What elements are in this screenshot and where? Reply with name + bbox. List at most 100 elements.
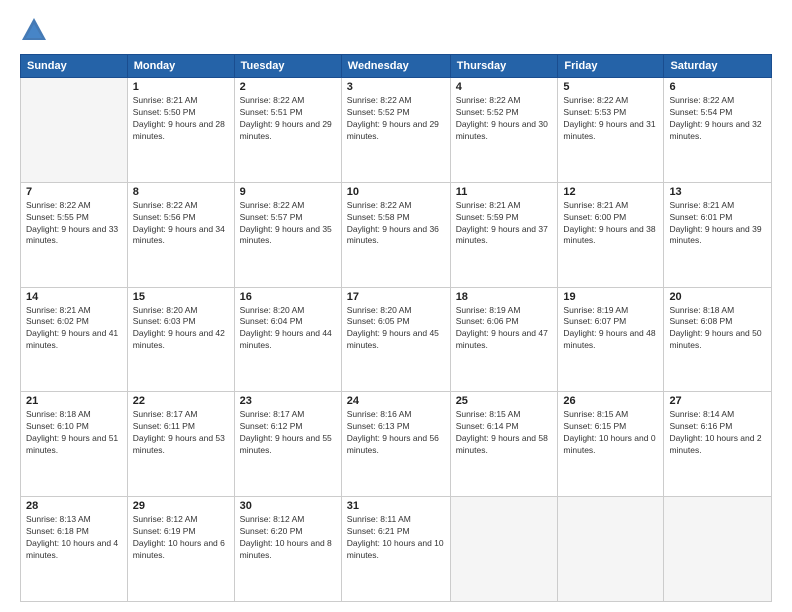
weekday-header-cell: Saturday bbox=[664, 55, 772, 78]
calendar-cell: 14Sunrise: 8:21 AMSunset: 6:02 PMDayligh… bbox=[21, 287, 128, 392]
day-info: Sunrise: 8:19 AMSunset: 6:07 PMDaylight:… bbox=[563, 305, 658, 353]
day-number: 23 bbox=[240, 395, 336, 407]
calendar-cell: 23 Sunrise: 8:17 AMSunset: 6:12 PMDayligh… bbox=[234, 392, 341, 497]
day-info: Sunrise: 8:22 AMSunset: 5:51 PMDaylight:… bbox=[240, 95, 336, 143]
calendar-cell: 20 Sunrise: 8:18 AMSunset: 6:08 PMDayligh… bbox=[664, 287, 772, 392]
calendar-cell: 6 Sunrise: 8:22 AMSunset: 5:54 PMDaylight… bbox=[664, 78, 772, 183]
calendar-cell: 9 Sunrise: 8:22 AMSunset: 5:57 PMDaylight… bbox=[234, 182, 341, 287]
day-number: 31 bbox=[347, 500, 445, 512]
day-number: 4 bbox=[456, 81, 553, 93]
day-number: 29 bbox=[133, 500, 229, 512]
calendar-cell: 12 Sunrise: 8:21 AMSunset: 6:00 PMDayligh… bbox=[558, 182, 664, 287]
calendar-cell: 8 Sunrise: 8:22 AMSunset: 5:56 PMDaylight… bbox=[127, 182, 234, 287]
day-number: 9 bbox=[240, 186, 336, 198]
calendar-cell bbox=[664, 497, 772, 602]
calendar-cell: 27Sunrise: 8:14 AMSunset: 6:16 PMDayligh… bbox=[664, 392, 772, 497]
day-info: Sunrise: 8:21 AMSunset: 5:50 PMDaylight:… bbox=[133, 95, 229, 143]
day-number: 20 bbox=[669, 291, 766, 303]
day-number: 30 bbox=[240, 500, 336, 512]
day-info: Sunrise: 8:22 AMSunset: 5:57 PMDaylight:… bbox=[240, 200, 336, 248]
page: SundayMondayTuesdayWednesdayThursdayFrid… bbox=[0, 0, 792, 612]
weekday-header-cell: Thursday bbox=[450, 55, 558, 78]
day-number: 16 bbox=[240, 291, 336, 303]
logo bbox=[20, 16, 52, 44]
calendar-cell: 16 Sunrise: 8:20 AMSunset: 6:04 PMDayligh… bbox=[234, 287, 341, 392]
calendar-cell: 4 Sunrise: 8:22 AMSunset: 5:52 PMDaylight… bbox=[450, 78, 558, 183]
day-info: Sunrise: 8:16 AMSunset: 6:13 PMDaylight:… bbox=[347, 409, 445, 457]
day-info: Sunrise: 8:13 AMSunset: 6:18 PMDaylight:… bbox=[26, 514, 122, 562]
calendar-week-row: 28 Sunrise: 8:13 AMSunset: 6:18 PMDayligh… bbox=[21, 497, 772, 602]
day-info: Sunrise: 8:14 AMSunset: 6:16 PMDaylight:… bbox=[669, 409, 766, 457]
day-number: 1 bbox=[133, 81, 229, 93]
day-info: Sunrise: 8:22 AMSunset: 5:52 PMDaylight:… bbox=[347, 95, 445, 143]
day-info: Sunrise: 8:15 AMSunset: 6:14 PMDaylight:… bbox=[456, 409, 553, 457]
logo-icon bbox=[20, 16, 48, 44]
calendar-cell: 26Sunrise: 8:15 AMSunset: 6:15 PMDayligh… bbox=[558, 392, 664, 497]
day-number: 28 bbox=[26, 500, 122, 512]
day-number: 15 bbox=[133, 291, 229, 303]
day-number: 8 bbox=[133, 186, 229, 198]
day-number: 11 bbox=[456, 186, 553, 198]
day-number: 7 bbox=[26, 186, 122, 198]
day-info: Sunrise: 8:12 AMSunset: 6:19 PMDaylight:… bbox=[133, 514, 229, 562]
day-number: 22 bbox=[133, 395, 229, 407]
day-info: Sunrise: 8:18 AMSunset: 6:10 PMDaylight:… bbox=[26, 409, 122, 457]
day-info: Sunrise: 8:22 AMSunset: 5:54 PMDaylight:… bbox=[669, 95, 766, 143]
calendar-cell: 7Sunrise: 8:22 AMSunset: 5:55 PMDaylight… bbox=[21, 182, 128, 287]
day-info: Sunrise: 8:22 AMSunset: 5:58 PMDaylight:… bbox=[347, 200, 445, 248]
day-number: 25 bbox=[456, 395, 553, 407]
calendar-cell: 28 Sunrise: 8:13 AMSunset: 6:18 PMDayligh… bbox=[21, 497, 128, 602]
calendar-cell: 22 Sunrise: 8:17 AMSunset: 6:11 PMDayligh… bbox=[127, 392, 234, 497]
calendar-cell: 31 Sunrise: 8:11 AMSunset: 6:21 PMDayligh… bbox=[341, 497, 450, 602]
weekday-header-row: SundayMondayTuesdayWednesdayThursdayFrid… bbox=[21, 55, 772, 78]
calendar-cell bbox=[450, 497, 558, 602]
day-info: Sunrise: 8:17 AMSunset: 6:11 PMDaylight:… bbox=[133, 409, 229, 457]
calendar-cell: 29 Sunrise: 8:12 AMSunset: 6:19 PMDayligh… bbox=[127, 497, 234, 602]
day-number: 26 bbox=[563, 395, 658, 407]
calendar-week-row: 14Sunrise: 8:21 AMSunset: 6:02 PMDayligh… bbox=[21, 287, 772, 392]
calendar-cell: 13Sunrise: 8:21 AMSunset: 6:01 PMDayligh… bbox=[664, 182, 772, 287]
day-info: Sunrise: 8:21 AMSunset: 6:00 PMDaylight:… bbox=[563, 200, 658, 248]
calendar-week-row: 1 Sunrise: 8:21 AMSunset: 5:50 PMDaylight… bbox=[21, 78, 772, 183]
day-number: 3 bbox=[347, 81, 445, 93]
day-number: 17 bbox=[347, 291, 445, 303]
day-number: 14 bbox=[26, 291, 122, 303]
calendar-cell bbox=[21, 78, 128, 183]
calendar-table: SundayMondayTuesdayWednesdayThursdayFrid… bbox=[20, 54, 772, 602]
calendar-cell: 2Sunrise: 8:22 AMSunset: 5:51 PMDaylight… bbox=[234, 78, 341, 183]
day-number: 12 bbox=[563, 186, 658, 198]
day-info: Sunrise: 8:22 AMSunset: 5:52 PMDaylight:… bbox=[456, 95, 553, 143]
day-number: 6 bbox=[669, 81, 766, 93]
calendar-cell: 17 Sunrise: 8:20 AMSunset: 6:05 PMDayligh… bbox=[341, 287, 450, 392]
day-info: Sunrise: 8:12 AMSunset: 6:20 PMDaylight:… bbox=[240, 514, 336, 562]
calendar-week-row: 7Sunrise: 8:22 AMSunset: 5:55 PMDaylight… bbox=[21, 182, 772, 287]
day-info: Sunrise: 8:19 AMSunset: 6:06 PMDaylight:… bbox=[456, 305, 553, 353]
day-info: Sunrise: 8:20 AMSunset: 6:04 PMDaylight:… bbox=[240, 305, 336, 353]
weekday-header-cell: Sunday bbox=[21, 55, 128, 78]
day-info: Sunrise: 8:17 AMSunset: 6:12 PMDaylight:… bbox=[240, 409, 336, 457]
day-number: 24 bbox=[347, 395, 445, 407]
calendar-cell: 19 Sunrise: 8:19 AMSunset: 6:07 PMDayligh… bbox=[558, 287, 664, 392]
calendar-body: 1 Sunrise: 8:21 AMSunset: 5:50 PMDaylight… bbox=[21, 78, 772, 602]
calendar-cell: 3 Sunrise: 8:22 AMSunset: 5:52 PMDaylight… bbox=[341, 78, 450, 183]
weekday-header-cell: Friday bbox=[558, 55, 664, 78]
weekday-header-cell: Wednesday bbox=[341, 55, 450, 78]
weekday-header-cell: Tuesday bbox=[234, 55, 341, 78]
calendar-cell: 5Sunrise: 8:22 AMSunset: 5:53 PMDaylight… bbox=[558, 78, 664, 183]
calendar-cell bbox=[558, 497, 664, 602]
calendar-cell: 24 Sunrise: 8:16 AMSunset: 6:13 PMDayligh… bbox=[341, 392, 450, 497]
day-info: Sunrise: 8:11 AMSunset: 6:21 PMDaylight:… bbox=[347, 514, 445, 562]
calendar-cell: 1 Sunrise: 8:21 AMSunset: 5:50 PMDaylight… bbox=[127, 78, 234, 183]
day-number: 21 bbox=[26, 395, 122, 407]
day-info: Sunrise: 8:20 AMSunset: 6:05 PMDaylight:… bbox=[347, 305, 445, 353]
day-info: Sunrise: 8:18 AMSunset: 6:08 PMDaylight:… bbox=[669, 305, 766, 353]
calendar-cell: 10 Sunrise: 8:22 AMSunset: 5:58 PMDayligh… bbox=[341, 182, 450, 287]
calendar-cell: 25 Sunrise: 8:15 AMSunset: 6:14 PMDayligh… bbox=[450, 392, 558, 497]
day-info: Sunrise: 8:21 AMSunset: 5:59 PMDaylight:… bbox=[456, 200, 553, 248]
calendar-week-row: 21 Sunrise: 8:18 AMSunset: 6:10 PMDayligh… bbox=[21, 392, 772, 497]
day-number: 19 bbox=[563, 291, 658, 303]
calendar-cell: 30 Sunrise: 8:12 AMSunset: 6:20 PMDayligh… bbox=[234, 497, 341, 602]
calendar-cell: 11 Sunrise: 8:21 AMSunset: 5:59 PMDayligh… bbox=[450, 182, 558, 287]
day-info: Sunrise: 8:22 AMSunset: 5:56 PMDaylight:… bbox=[133, 200, 229, 248]
day-number: 10 bbox=[347, 186, 445, 198]
